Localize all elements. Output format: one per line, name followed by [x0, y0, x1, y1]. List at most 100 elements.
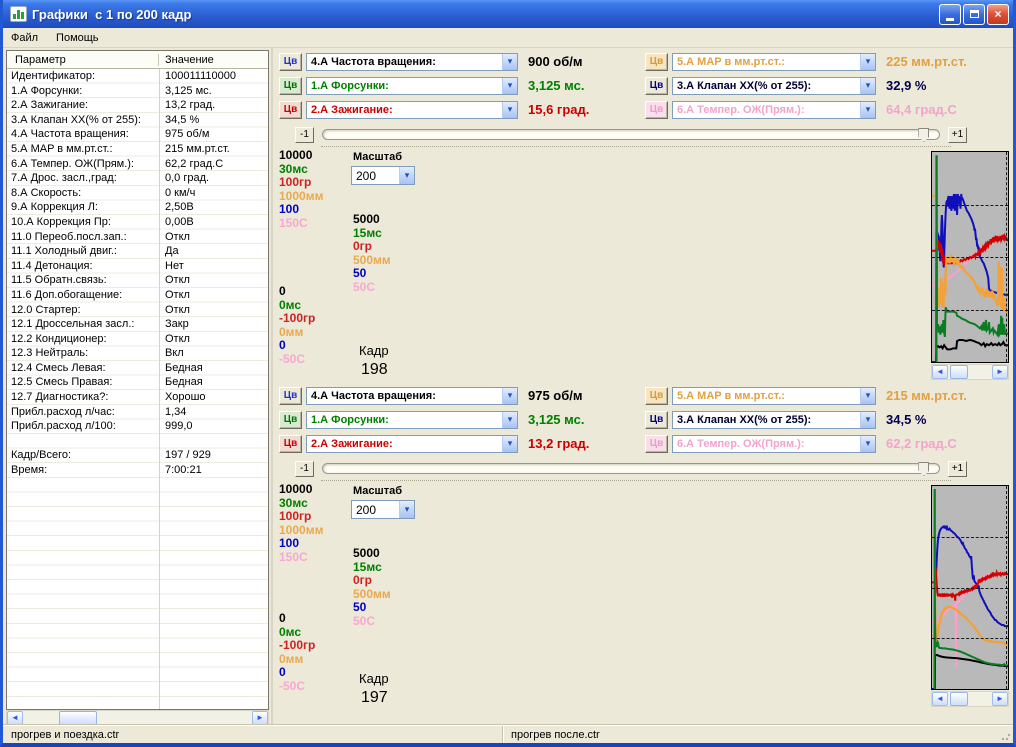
series-color-button[interactable]: Цв [279, 101, 302, 119]
series-current-value: 62,2 град.С [880, 436, 957, 451]
series-color-button[interactable]: Цв [279, 435, 302, 453]
chevron-down-icon: ▾ [502, 54, 517, 70]
scrollbar-thumb[interactable] [950, 365, 968, 379]
axis-label: 1000мм [279, 190, 323, 204]
series-current-value: 900 об/м [522, 54, 583, 69]
table-row: Кадр/Всего:197 / 929 [7, 448, 268, 463]
plot-area-bottom[interactable] [931, 485, 1009, 690]
scrollbar-thumb[interactable] [950, 692, 968, 706]
frame-slider[interactable] [322, 461, 940, 477]
table-scrollbar[interactable]: ◄ ► [6, 710, 269, 726]
series-color-button[interactable]: Цв [645, 77, 668, 95]
slider-track[interactable] [322, 463, 940, 474]
chart-scrollbar-top[interactable]: ◄ ► [931, 364, 1009, 380]
scroll-right-icon[interactable]: ► [992, 365, 1008, 379]
left-axis-labels: 1000030мс100гр1000мм100150С 00мс-100гр0м… [279, 485, 343, 707]
axis-label: 100 [279, 537, 323, 551]
param-value [159, 434, 268, 449]
maximize-button[interactable] [963, 4, 985, 25]
series-current-value: 64,4 град.С [880, 102, 957, 117]
table-row: 6.А Темпер. ОЖ(Прям.):62,2 град.С [7, 157, 268, 172]
window-title: Графики с 1 по 200 кадр [32, 7, 939, 22]
series-select[interactable]: 2.А Зажигание:▾ [306, 101, 518, 119]
axis-label: 15мс [353, 227, 391, 241]
series-select[interactable]: 5.А MAP в мм.рт.ст.:▾ [672, 53, 876, 71]
series-select[interactable]: 6.А Темпер. ОЖ(Прям.):▾ [672, 435, 876, 453]
scroll-left-icon[interactable]: ◄ [932, 692, 948, 706]
slider-track[interactable] [322, 129, 940, 140]
series-select[interactable]: 1.А Форсунки:▾ [306, 77, 518, 95]
param-name: Идентификатор: [7, 69, 159, 84]
parameter-table: Параметр Значение Идентификатор:10001111… [6, 50, 269, 710]
chevron-down-icon: ▾ [860, 102, 875, 118]
frame-forward-button[interactable]: +1 [948, 127, 967, 143]
series-color-button[interactable]: Цв [645, 101, 668, 119]
series-color-button[interactable]: Цв [279, 53, 302, 71]
axis-label: 100 [279, 203, 323, 217]
frame-back-button[interactable]: -1 [295, 127, 314, 143]
scroll-right-icon[interactable]: ► [992, 692, 1008, 706]
series-select[interactable]: 1.А Форсунки:▾ [306, 411, 518, 429]
scroll-right-icon[interactable]: ► [252, 711, 268, 725]
series-select[interactable]: 2.А Зажигание:▾ [306, 435, 518, 453]
plot-area-top[interactable] [931, 151, 1009, 363]
resize-grip[interactable] [1001, 731, 1011, 741]
frame-slider[interactable] [322, 127, 940, 143]
minimize-button[interactable] [939, 4, 961, 25]
status-file-right: прогрев после.ctr [503, 726, 1013, 743]
close-button[interactable]: × [987, 4, 1009, 25]
param-name: Прибл.расход л/час: [7, 405, 159, 420]
param-name: Кадр/Всего: [7, 448, 159, 463]
axis-label: 15мс [353, 561, 391, 575]
chevron-down-icon: ▾ [860, 54, 875, 70]
series-color-button[interactable]: Цв [279, 77, 302, 95]
chevron-down-icon: ▾ [399, 501, 414, 518]
table-row: 11.1 Холодный двиг.:Да [7, 244, 268, 259]
param-name: 11.0 Переоб.посл.зап.: [7, 230, 159, 245]
scrollbar-thumb[interactable] [59, 711, 97, 725]
series-select[interactable]: 5.А MAP в мм.рт.ст.:▾ [672, 387, 876, 405]
table-row: 2.А Зажигание:13,2 град. [7, 98, 268, 113]
series-color-button[interactable]: Цв [645, 411, 668, 429]
axis-label: 1000мм [279, 524, 323, 538]
series-select[interactable]: 3.А Клапан ХХ(% от 255):▾ [672, 77, 876, 95]
table-row: Прибл.расход л/час:1,34 [7, 405, 268, 420]
param-value: 34,5 % [159, 113, 268, 128]
param-value: Откл [159, 273, 268, 288]
series-line [936, 340, 1008, 362]
axis-label: 30мс [279, 163, 323, 177]
frame-back-button[interactable]: -1 [295, 461, 314, 477]
scroll-left-icon[interactable]: ◄ [7, 711, 23, 725]
scale-select[interactable]: 200 ▾ [351, 500, 415, 519]
series-color-button[interactable]: Цв [279, 411, 302, 429]
series-color-button[interactable]: Цв [645, 387, 668, 405]
axis-label: 50 [353, 267, 391, 281]
frame-number: 197 [361, 689, 388, 707]
table-row: 5.А MAP в мм.рт.ст.:215 мм.рт.ст. [7, 142, 268, 157]
axis-label: 50 [353, 601, 391, 615]
series-color-button[interactable]: Цв [645, 435, 668, 453]
axis-label: 150С [279, 217, 323, 231]
status-file-left: прогрев и поездка.ctr [3, 726, 503, 743]
frame-forward-button[interactable]: +1 [948, 461, 967, 477]
series-select-label: 4.А Частота вращения: [307, 56, 502, 68]
chevron-down-icon: ▾ [502, 388, 517, 404]
menu-file[interactable]: Файл [11, 32, 38, 44]
table-row [7, 434, 268, 449]
series-select[interactable]: 4.А Частота вращения:▾ [306, 387, 518, 405]
chart-scrollbar-bottom[interactable]: ◄ ► [931, 691, 1009, 707]
series-color-button[interactable]: Цв [279, 387, 302, 405]
series-select[interactable]: 3.А Клапан ХХ(% от 255):▾ [672, 411, 876, 429]
axis-label: 150С [279, 551, 323, 565]
series-select-label: 5.А MAP в мм.рт.ст.: [673, 390, 860, 402]
scroll-left-icon[interactable]: ◄ [932, 365, 948, 379]
series-selector-row: Цв5.А MAP в мм.рт.ст.:▾225 мм.рт.ст. [645, 52, 1009, 71]
series-select[interactable]: 4.А Частота вращения:▾ [306, 53, 518, 71]
series-color-button[interactable]: Цв [645, 53, 668, 71]
menu-help[interactable]: Помощь [56, 32, 99, 44]
series-select[interactable]: 6.А Темпер. ОЖ(Прям.):▾ [672, 101, 876, 119]
param-name: 9.А Коррекция Л: [7, 200, 159, 215]
axis-label: -50С [279, 353, 315, 367]
scale-select[interactable]: 200 ▾ [351, 166, 415, 185]
param-name: 12.7 Диагностика?: [7, 390, 159, 405]
